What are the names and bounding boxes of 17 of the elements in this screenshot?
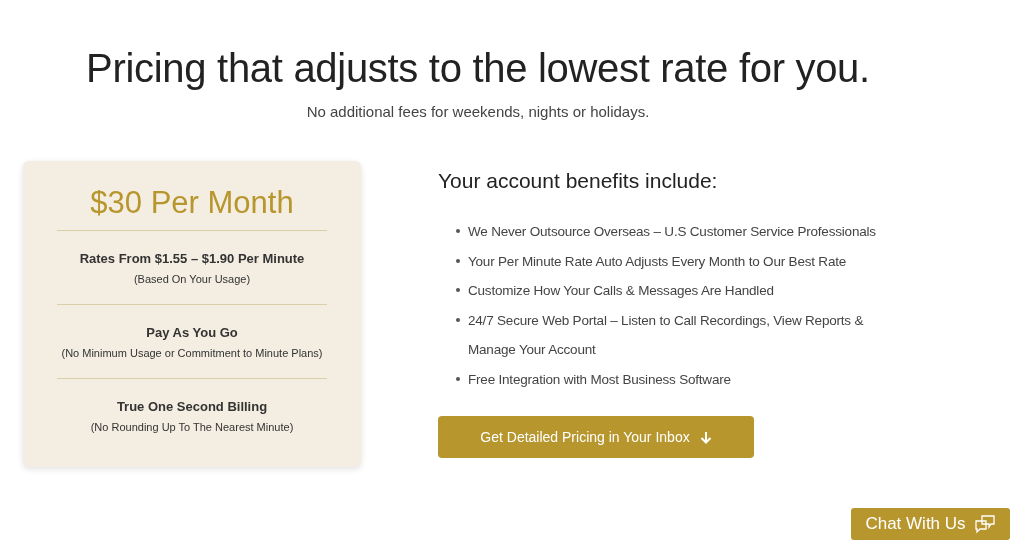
plan-price: $30 Per Month (57, 185, 327, 231)
feature-title: Rates From $1.55 – $1.90 Per Minute (79, 251, 305, 266)
page-heading: Pricing that adjusts to the lowest rate for you. (86, 46, 870, 91)
feature-note: (No Minimum Usage or Commitment to Minute Plans) (61, 347, 323, 359)
benefit-text: We Never Outsource Overseas – U.S Customer Service Professionals (468, 223, 877, 241)
benefit-text: 24/7 Secure Web Portal – Listen to Call Recordings, View Reports & Manage Your Account (468, 311, 865, 359)
page-subheading: No additional fees for weekends, nights or holidays. (306, 103, 650, 120)
benefits-heading: Your account benefits include: (438, 169, 719, 193)
feature-note: (No Rounding Up To The Nearest Minute) (90, 421, 294, 433)
chat-button[interactable]: Chat With Us (851, 508, 1010, 540)
feature-title: True One Second Billing (116, 399, 268, 414)
benefit-text: Customize How Your Calls & Messages Are Handled (468, 282, 775, 300)
benefit-text: Your Per Minute Rate Auto Adjusts Every Month to Our Best Rate (468, 252, 848, 271)
benefit-text: Free Integration with Most Business Software (468, 370, 732, 389)
feature-title: Pay As You Go (146, 325, 238, 340)
feature-note: (Based On Your Usage) (133, 273, 251, 285)
pricing-inbox-button[interactable]: Get Detailed Pricing in Your Inbox (438, 416, 754, 458)
